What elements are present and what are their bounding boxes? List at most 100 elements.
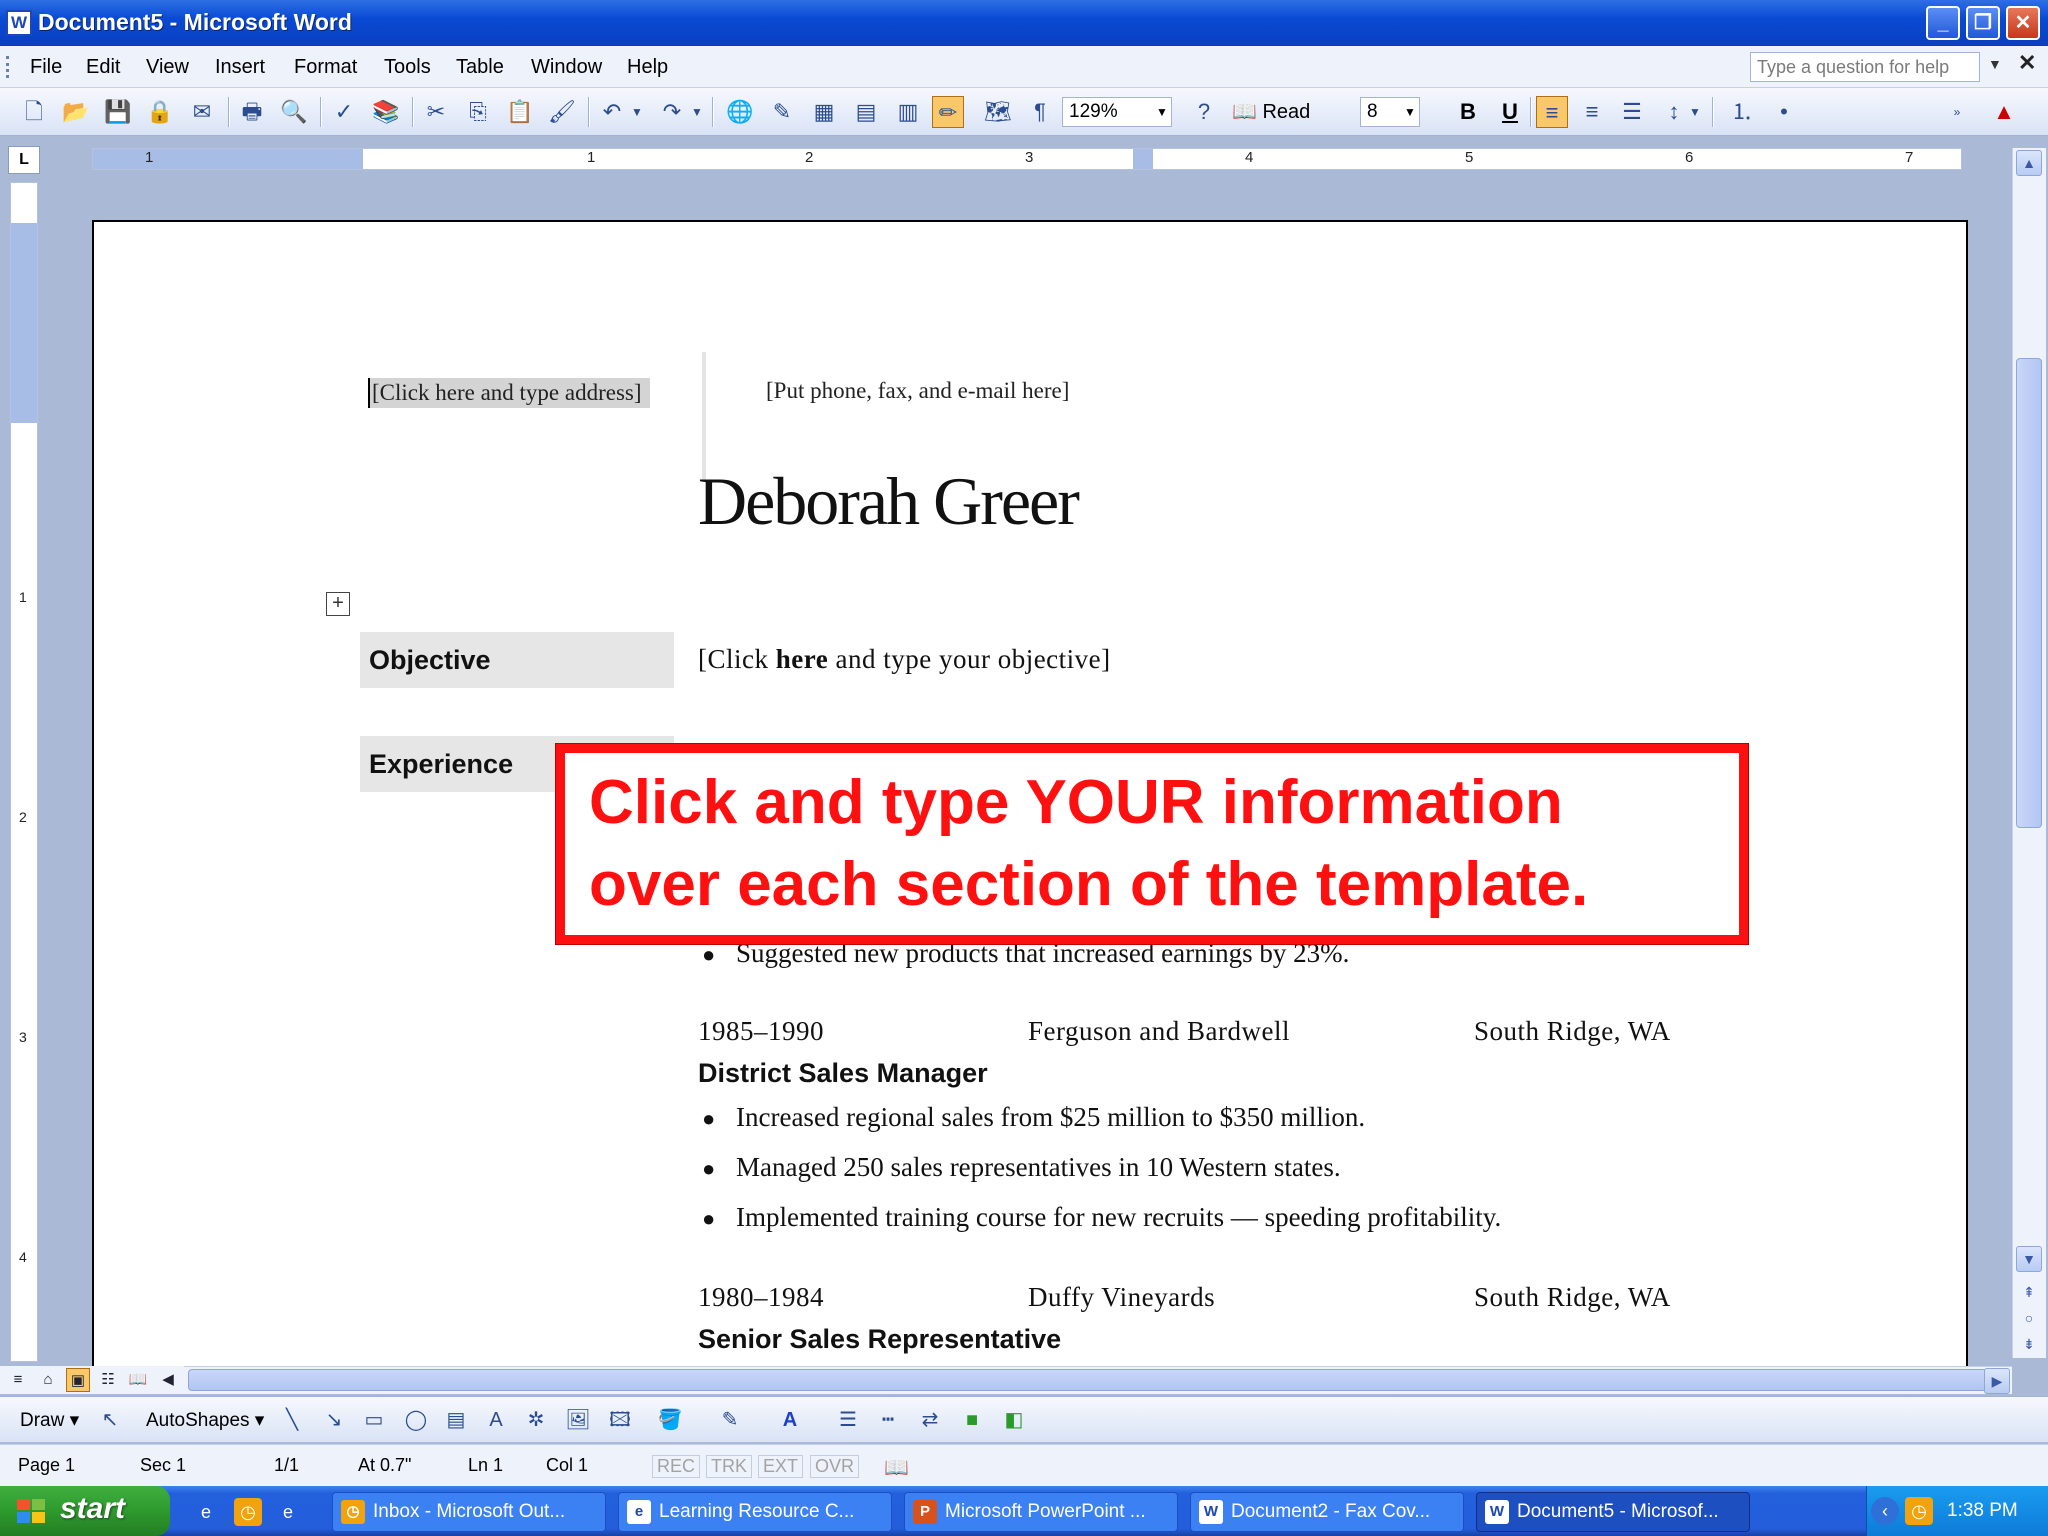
drawing-icon[interactable]: ✏: [932, 96, 964, 128]
line-color-icon[interactable]: ✎: [716, 1407, 744, 1433]
job-title[interactable]: District Sales Manager: [698, 1058, 988, 1089]
line-spacing-icon[interactable]: ↕: [1658, 96, 1690, 128]
select-browse-object-icon[interactable]: ○: [2016, 1306, 2042, 1332]
email-icon[interactable]: ✉: [186, 96, 218, 128]
status-ovr[interactable]: OVR: [810, 1455, 860, 1478]
spelling-icon[interactable]: ✓: [328, 96, 360, 128]
task-outlook[interactable]: ◷ Inbox - Microsoft Out...: [332, 1492, 606, 1532]
redo-icon[interactable]: ↷: [656, 96, 688, 128]
tables-borders-icon[interactable]: ✎: [766, 96, 798, 128]
insert-excel-icon[interactable]: ▤: [850, 96, 882, 128]
list-item[interactable]: ● Increased regional sales from $25 milli…: [702, 1102, 1365, 1133]
line-style-icon[interactable]: ☰: [834, 1407, 862, 1433]
cut-icon[interactable]: ✂: [420, 96, 452, 128]
permission-icon[interactable]: 🔒: [144, 96, 176, 128]
font-color-icon[interactable]: A: [776, 1407, 804, 1433]
underline-icon[interactable]: U: [1494, 96, 1526, 128]
align-left-icon[interactable]: ≡: [1536, 96, 1568, 128]
font-size-dropdown-icon[interactable]: ▼: [1400, 97, 1420, 127]
contact-placeholder[interactable]: [Put phone, fax, and e-mail here]: [766, 378, 1069, 404]
task-learning-resource[interactable]: e Learning Resource C...: [618, 1492, 892, 1532]
scroll-left-icon[interactable]: ◀: [156, 1368, 180, 1392]
dash-style-icon[interactable]: ┅: [874, 1407, 902, 1433]
oval-icon[interactable]: ◯: [402, 1407, 430, 1433]
3d-style-icon[interactable]: ◧: [1000, 1407, 1028, 1433]
job-dates[interactable]: 1980–1984: [698, 1282, 824, 1313]
toolbar-options-icon[interactable]: »: [1948, 96, 1966, 128]
bold-icon[interactable]: B: [1452, 96, 1484, 128]
internet-explorer-icon[interactable]: e: [192, 1498, 220, 1526]
print-preview-icon[interactable]: 🔍: [278, 96, 310, 128]
menu-view[interactable]: View: [146, 56, 189, 79]
undo-dropdown-icon[interactable]: ▼: [630, 96, 644, 128]
justify-icon[interactable]: ☰: [1616, 96, 1648, 128]
normal-view-icon[interactable]: ≡: [6, 1368, 30, 1392]
job-dates[interactable]: 1985–1990: [698, 1016, 824, 1047]
job-company[interactable]: Ferguson and Bardwell: [1028, 1016, 1290, 1047]
align-center-icon[interactable]: ≡: [1576, 96, 1608, 128]
task-document2[interactable]: W Document2 - Fax Cov...: [1190, 1492, 1464, 1532]
status-rec[interactable]: REC: [652, 1455, 701, 1478]
horizontal-scrollbar[interactable]: [184, 1366, 2012, 1394]
tab-selector[interactable]: L: [8, 146, 40, 174]
word-icon[interactable]: W: [6, 10, 32, 36]
research-icon[interactable]: 📚: [370, 96, 402, 128]
web-layout-icon[interactable]: ⌂: [36, 1368, 60, 1392]
columns-icon[interactable]: ▥: [892, 96, 924, 128]
open-icon[interactable]: 📂: [60, 96, 92, 128]
vertical-scroll-thumb[interactable]: [2016, 358, 2042, 828]
arrow-style-icon[interactable]: ⇄: [916, 1407, 944, 1433]
autoshapes-menu[interactable]: AutoShapes ▾: [146, 1409, 264, 1432]
shadow-style-icon[interactable]: ■: [958, 1407, 986, 1433]
start-button[interactable]: start: [0, 1486, 170, 1536]
document-close-icon[interactable]: ✕: [2018, 50, 2036, 76]
outlook-icon[interactable]: ◷: [234, 1498, 262, 1526]
job-location[interactable]: South Ridge, WA: [1474, 1016, 1671, 1047]
fill-color-icon[interactable]: 🪣: [656, 1407, 684, 1433]
save-icon[interactable]: 💾: [102, 96, 134, 128]
menu-table[interactable]: Table: [456, 56, 504, 79]
close-button[interactable]: ✕: [2006, 6, 2040, 40]
print-layout-icon[interactable]: ▣: [66, 1368, 90, 1392]
format-painter-icon[interactable]: 🖌: [546, 96, 578, 128]
menu-help[interactable]: Help: [627, 56, 668, 79]
zoom-dropdown-icon[interactable]: ▼: [1152, 97, 1172, 127]
paste-icon[interactable]: 📋: [504, 96, 536, 128]
hyperlink-icon[interactable]: 🌐: [724, 96, 756, 128]
rectangle-icon[interactable]: ▭: [360, 1407, 388, 1433]
objective-label[interactable]: Objective: [360, 632, 674, 688]
document-map-icon[interactable]: 🗺: [982, 96, 1014, 128]
outline-view-icon[interactable]: ☷: [96, 1368, 120, 1392]
status-trk[interactable]: TRK: [706, 1455, 752, 1478]
menu-insert[interactable]: Insert: [215, 56, 265, 79]
horizontal-ruler[interactable]: 1 1 2 3 4 5 6 7: [92, 148, 1962, 170]
status-ext[interactable]: EXT: [758, 1455, 804, 1478]
scroll-up-icon[interactable]: ▲: [2016, 150, 2042, 176]
horizontal-scroll-thumb[interactable]: [188, 1369, 1988, 1391]
copy-icon[interactable]: ⎘: [462, 96, 494, 128]
restore-button[interactable]: ❐: [1966, 6, 2000, 40]
menu-window[interactable]: Window: [531, 56, 602, 79]
wordart-icon[interactable]: A: [482, 1407, 510, 1433]
job-location[interactable]: South Ridge, WA: [1474, 1282, 1671, 1313]
reading-layout-icon[interactable]: 📖: [126, 1368, 150, 1392]
resume-name[interactable]: Deborah Greer: [698, 462, 1080, 541]
task-powerpoint[interactable]: P Microsoft PowerPoint ...: [904, 1492, 1178, 1532]
vertical-scrollbar[interactable]: ▲ ▼ ⇞ ○ ⇟: [2012, 148, 2046, 1358]
vertical-ruler[interactable]: 1 2 3 4: [10, 182, 38, 1362]
task-document5[interactable]: W Document5 - Microsof...: [1476, 1492, 1750, 1532]
draw-menu[interactable]: Draw ▾: [20, 1409, 79, 1432]
acrobat-icon[interactable]: ▲: [1988, 96, 2020, 128]
select-objects-icon[interactable]: ↖: [96, 1407, 124, 1433]
undo-icon[interactable]: ↶: [596, 96, 628, 128]
show-hide-icon[interactable]: ¶: [1024, 96, 1056, 128]
address-placeholder[interactable]: [Click here and type address]: [368, 378, 650, 408]
job-title[interactable]: Senior Sales Representative: [698, 1324, 1061, 1355]
menu-format[interactable]: Format: [294, 56, 357, 79]
diagram-icon[interactable]: ✲: [522, 1407, 550, 1433]
ask-dropdown-icon[interactable]: ▼: [1988, 56, 2002, 72]
job-company[interactable]: Duffy Vineyards: [1028, 1282, 1215, 1313]
spelling-status-icon[interactable]: 📖: [884, 1455, 909, 1480]
clip-art-icon[interactable]: 🖼: [564, 1407, 592, 1433]
scroll-down-icon[interactable]: ▼: [2016, 1246, 2042, 1272]
